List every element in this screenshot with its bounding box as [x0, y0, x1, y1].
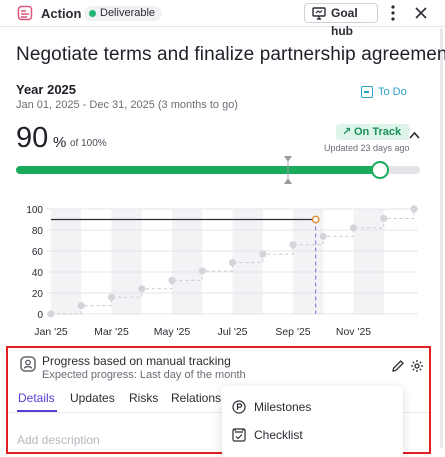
- progress-chart: 0 20 40 60 80 100 Jan '25 Mar '25 May '25 Jul '25…: [26, 205, 418, 338]
- expected-point: [168, 276, 176, 284]
- active-tab-indicator: [17, 410, 57, 412]
- x-tick-label: Jul '25: [217, 326, 247, 338]
- trend-up-icon: ↗: [342, 126, 352, 138]
- updated-timestamp: Updated 23 days ago: [324, 143, 410, 153]
- y-tick-label: 0: [37, 310, 43, 321]
- pencil-icon[interactable]: [391, 359, 405, 373]
- goal-hub-button[interactable]: Goal hub: [304, 3, 378, 38]
- expected-progress-marker: [283, 156, 293, 184]
- y-tick-label: 100: [26, 205, 43, 216]
- x-tick-label: May '25: [154, 326, 191, 338]
- expected-point: [259, 250, 267, 258]
- x-tick-label: Jan '25: [34, 326, 68, 338]
- todo-label: To Do: [378, 86, 407, 98]
- tab-updates[interactable]: Updates: [70, 391, 115, 405]
- month-band: [232, 209, 263, 314]
- status-badge: Deliverable: [84, 6, 163, 21]
- tracking-method-title: Progress based on manual tracking: [42, 354, 231, 368]
- action-icon: [17, 5, 33, 21]
- x-tick-label: Mar '25: [94, 326, 129, 338]
- goal-title[interactable]: Negotiate terms and finalize partnership…: [16, 44, 445, 66]
- x-tick-label: Sep '25: [275, 326, 310, 338]
- y-tick-label: 60: [32, 247, 44, 258]
- y-tick-label: 20: [32, 289, 44, 300]
- item-type-label: Action: [41, 6, 82, 21]
- more-icon[interactable]: [386, 4, 400, 22]
- expected-point: [198, 267, 206, 275]
- month-band: [111, 209, 142, 314]
- expected-point: [380, 214, 388, 223]
- expected-point: [107, 293, 116, 301]
- goal-hub-label: Goal hub: [331, 6, 358, 38]
- y-tick-label: 80: [32, 226, 44, 237]
- month-band: [51, 209, 82, 314]
- gear-icon[interactable]: [410, 359, 424, 373]
- progress-bar-fill: [16, 166, 380, 174]
- top-bar: Action Deliverable Goal hub: [0, 0, 445, 38]
- progress-target: of 100%: [70, 138, 107, 149]
- tracking-method-subtitle: Expected progress: Last day of the month: [42, 369, 246, 381]
- todo-status-button[interactable]: To Do: [361, 86, 407, 98]
- menu-item-checklist[interactable]: Checklist: [222, 421, 403, 449]
- menu-item-label: Milestones: [254, 400, 312, 414]
- expected-point: [47, 310, 55, 318]
- expected-point: [319, 232, 327, 240]
- tab-relations[interactable]: Relations: [171, 391, 221, 405]
- progress-handle[interactable]: [370, 161, 389, 179]
- status-dot-icon: [89, 10, 96, 17]
- month-band: [353, 209, 384, 314]
- progress-bar[interactable]: [16, 161, 420, 179]
- tab-risks[interactable]: Risks: [129, 391, 158, 405]
- expected-point: [77, 302, 85, 310]
- todo-icon: [361, 86, 373, 98]
- month-band: [293, 209, 324, 314]
- description-input[interactable]: Add description: [17, 433, 100, 447]
- expected-point: [410, 205, 418, 213]
- expected-point: [349, 224, 358, 232]
- user-tracking-icon: [20, 356, 36, 372]
- on-track-badge[interactable]: ↗ On Track: [336, 124, 410, 140]
- menu-item-milestones[interactable]: Milestones: [222, 393, 403, 421]
- checklist-icon: [232, 428, 246, 442]
- goal-hub-icon: [312, 7, 326, 20]
- scrollbar[interactable]: [440, 28, 443, 448]
- month-band: [172, 209, 203, 314]
- expected-point: [289, 241, 297, 249]
- status-badge-label: Deliverable: [100, 7, 156, 19]
- y-tick-label: 40: [32, 268, 44, 279]
- current-progress-point: [311, 215, 320, 224]
- on-track-label: On Track: [354, 126, 402, 138]
- tab-details[interactable]: Details: [18, 391, 55, 405]
- expected-point: [228, 258, 237, 267]
- close-icon[interactable]: [414, 6, 428, 20]
- progress-value: 90: [16, 122, 49, 154]
- chevron-up-icon[interactable]: [409, 127, 420, 139]
- date-range: Jan 01, 2025 - Dec 31, 2025 (3 months to…: [16, 99, 238, 111]
- menu-item-label: Checklist: [254, 428, 303, 442]
- period-label: Year 2025: [16, 82, 77, 97]
- progress-unit: %: [53, 134, 67, 151]
- add-menu: Milestones Checklist: [222, 386, 403, 457]
- milestones-icon: [232, 400, 246, 414]
- x-tick-label: Nov '25: [336, 326, 371, 338]
- expected-point: [138, 285, 146, 293]
